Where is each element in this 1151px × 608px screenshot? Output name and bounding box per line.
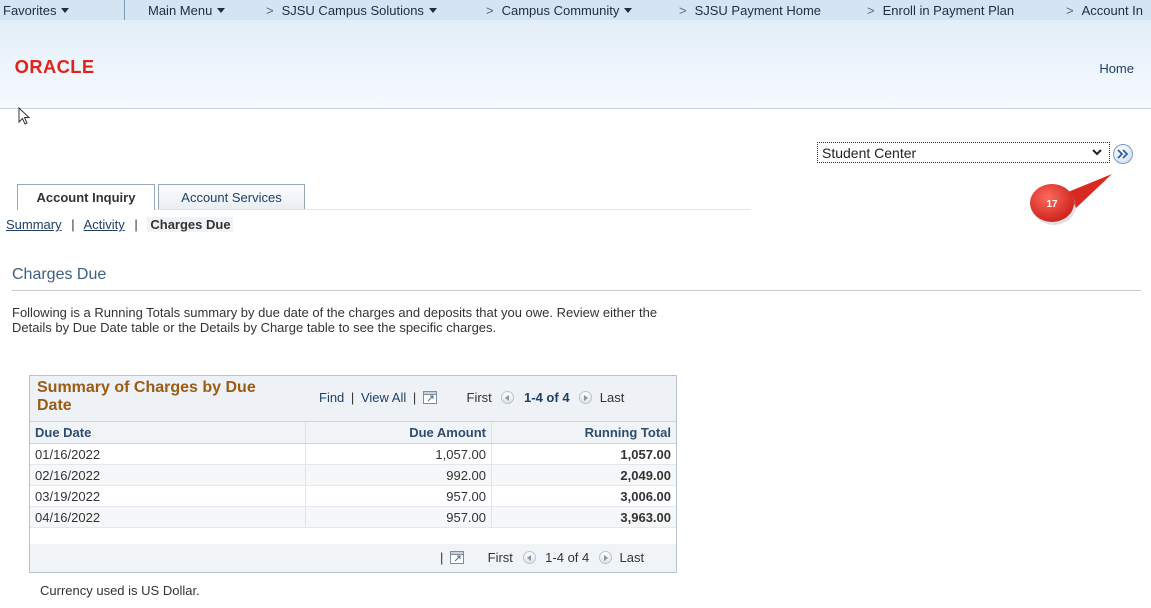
- chevron-down-icon: [217, 8, 226, 13]
- find-link[interactable]: Find: [319, 390, 344, 405]
- header-banner: Home: [0, 20, 1151, 109]
- home-link[interactable]: Home: [1099, 61, 1134, 76]
- breadcrumb-label: Account In: [1081, 3, 1144, 18]
- oracle-logo-text: ORACLE: [15, 58, 95, 77]
- table-row: 03/19/2022 957.00 3,006.00: [30, 485, 676, 507]
- favorites-menu[interactable]: Favorites: [3, 3, 70, 18]
- next-page-icon[interactable]: [598, 551, 612, 564]
- due-amount-cell: 957.00: [305, 506, 492, 528]
- breadcrumb-arrow-icon: >: [867, 3, 875, 18]
- table-row: 01/16/2022 1,057.00 1,057.00: [30, 443, 676, 465]
- due-amount-cell: 1,057.00: [305, 443, 492, 465]
- last-label: Last: [619, 550, 645, 565]
- breadcrumb-account-inquiry[interactable]: > Account In: [1066, 3, 1143, 18]
- running-total-cell: 3,006.00: [491, 485, 676, 507]
- row-range: 1-4 of 4: [524, 390, 570, 405]
- previous-page-icon[interactable]: [522, 551, 536, 564]
- due-date-cell: 02/16/2022: [30, 464, 306, 486]
- chevron-down-icon: [428, 8, 437, 13]
- running-total-cell: 3,963.00: [491, 506, 676, 528]
- last-label: Last: [599, 390, 625, 405]
- breadcrumb-campus-community[interactable]: > Campus Community: [486, 3, 633, 18]
- summary-charges-grid: Summary of Charges by Due Date Find | Vi…: [29, 375, 677, 573]
- main-menu-label: Main Menu: [148, 3, 213, 18]
- breadcrumb-label: Enroll in Payment Plan: [882, 3, 1015, 18]
- grid-footer: | First 1-4 of 4 Last: [30, 544, 676, 572]
- popup-grid-icon[interactable]: [422, 391, 437, 404]
- mouse-cursor-icon: [18, 107, 31, 125]
- tab-account-services[interactable]: Account Services: [158, 184, 305, 210]
- next-page-icon[interactable]: [579, 391, 593, 404]
- callout-annotation: 17: [1030, 174, 1112, 225]
- currency-note: Currency used is US Dollar.: [40, 583, 200, 598]
- grid-title: Summary of Charges by Due Date: [37, 379, 256, 414]
- page-title: Charges Due: [12, 266, 107, 283]
- chevron-down-icon: [624, 8, 633, 13]
- grid-header: Summary of Charges by Due Date Find | Vi…: [30, 376, 676, 422]
- due-date-cell: 04/16/2022: [30, 506, 306, 528]
- running-total-cell: 1,057.00: [491, 443, 676, 465]
- subnav-activity-link[interactable]: Activity: [84, 217, 125, 232]
- grid-nav-separator: |: [440, 550, 444, 565]
- chevron-down-icon: [61, 8, 70, 13]
- grid-navigation: Find | View All | First 1-4 of 4 Last: [319, 390, 624, 405]
- grid-nav-separator: |: [412, 390, 417, 405]
- column-header-due-amount: Due Amount: [305, 422, 492, 444]
- table-row: 02/16/2022 992.00 2,049.00: [30, 464, 676, 486]
- subnav-charges-due-current: Charges Due: [147, 217, 233, 232]
- row-range: 1-4 of 4: [545, 550, 590, 565]
- oracle-logo: ORACLE: [15, 58, 95, 77]
- running-total-cell: 2,049.00: [491, 464, 676, 486]
- popup-grid-icon[interactable]: [450, 551, 465, 564]
- grid-nav-separator: |: [350, 390, 355, 405]
- grid-footer-navigation: | First 1-4 of 4 Last: [440, 550, 644, 565]
- nav-divider: [124, 0, 125, 20]
- top-navigation-bar: Favorites Main Menu > SJSU Campus Solutio…: [0, 0, 1151, 20]
- title-divider: [12, 290, 1141, 291]
- tab-divider: [155, 209, 751, 210]
- breadcrumb-label: Campus Community: [501, 3, 620, 18]
- callout-number: 17: [1046, 199, 1058, 210]
- due-date-cell: 03/19/2022: [30, 485, 306, 507]
- view-all-link[interactable]: View All: [361, 390, 406, 405]
- breadcrumb-label: SJSU Payment Home: [694, 3, 822, 18]
- breadcrumb-arrow-icon: >: [486, 3, 494, 18]
- table-header-row: Due Date Due Amount Running Total: [30, 422, 676, 444]
- breadcrumb-enroll-payment-plan[interactable]: > Enroll in Payment Plan: [867, 3, 1014, 18]
- sub-navigation: Summary | Activity | Charges Due: [6, 217, 233, 232]
- due-amount-cell: 957.00: [305, 485, 492, 507]
- page-description: Following is a Running Totals summary by…: [12, 305, 658, 335]
- first-label: First: [487, 550, 513, 565]
- table-row: 04/16/2022 957.00 3,963.00: [30, 506, 676, 528]
- due-amount-cell: 992.00: [305, 464, 492, 486]
- favorites-label: Favorites: [3, 3, 57, 18]
- subnav-separator: |: [134, 217, 138, 232]
- breadcrumb-arrow-icon: >: [266, 3, 274, 18]
- breadcrumb-campus-solutions[interactable]: > SJSU Campus Solutions: [266, 3, 437, 18]
- column-header-running-total: Running Total: [491, 422, 676, 444]
- subnav-summary-link[interactable]: Summary: [6, 217, 62, 232]
- breadcrumb-arrow-icon: >: [679, 3, 687, 18]
- due-date-cell: 01/16/2022: [30, 443, 306, 465]
- subnav-separator: |: [71, 217, 75, 232]
- breadcrumb-arrow-icon: >: [1066, 3, 1074, 18]
- navigator-select-value: Student Center: [822, 145, 917, 161]
- breadcrumb-payment-home[interactable]: > SJSU Payment Home: [679, 3, 821, 18]
- first-label: First: [466, 390, 492, 405]
- charges-table: Due Date Due Amount Running Total 01/16/…: [30, 422, 676, 528]
- column-header-due-date: Due Date: [30, 422, 306, 444]
- previous-page-icon[interactable]: [501, 391, 515, 404]
- breadcrumb-label: SJSU Campus Solutions: [281, 3, 424, 18]
- tab-account-inquiry[interactable]: Account Inquiry: [17, 184, 155, 210]
- main-menu[interactable]: Main Menu: [148, 3, 226, 18]
